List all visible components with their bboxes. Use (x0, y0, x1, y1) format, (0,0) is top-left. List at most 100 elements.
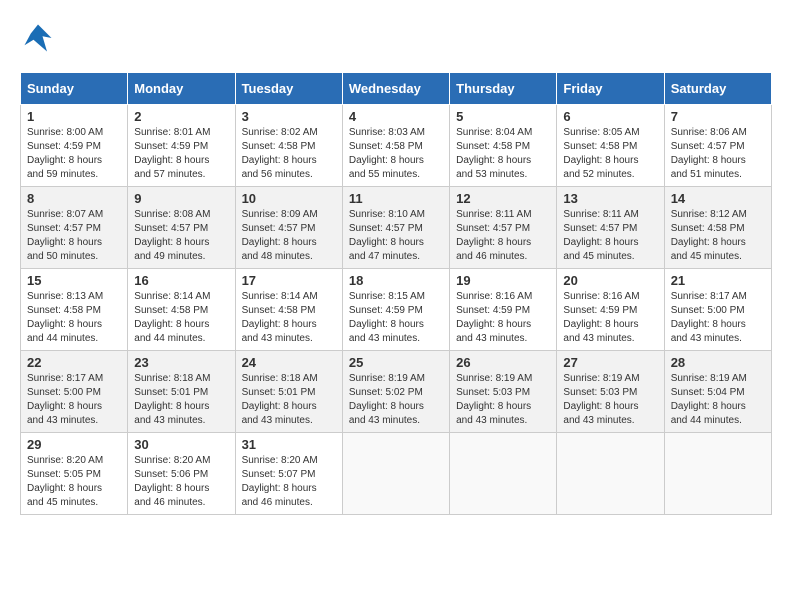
day-info: Sunrise: 8:01 AM Sunset: 4:59 PM Dayligh… (134, 126, 228, 182)
day-info: Sunrise: 8:17 AM Sunset: 5:00 PM Dayligh… (27, 372, 121, 428)
calendar-cell: 9Sunrise: 8:08 AM Sunset: 4:57 PM Daylig… (128, 187, 235, 269)
logo-icon (20, 20, 56, 56)
calendar-cell: 10 Sunrise: 8:09 AM Sunset: 4:57 PM Dayli… (235, 187, 342, 269)
calendar-cell: 3Sunrise: 8:02 AM Sunset: 4:58 PM Daylig… (235, 105, 342, 187)
day-info: Sunrise: 8:19 AM Sunset: 5:03 PM Dayligh… (563, 372, 657, 428)
calendar-cell: 28 Sunrise: 8:19 AM Sunset: 5:04 PM Dayli… (664, 351, 771, 433)
day-number: 31 (242, 437, 336, 452)
page-header (20, 20, 772, 56)
calendar-cell: 14 Sunrise: 8:12 AM Sunset: 4:58 PM Dayli… (664, 187, 771, 269)
week-row-3: 15 Sunrise: 8:13 AM Sunset: 4:58 PM Dayli… (21, 269, 772, 351)
day-number: 4 (349, 109, 443, 124)
day-number: 21 (671, 273, 765, 288)
calendar-cell: 16 Sunrise: 8:14 AM Sunset: 4:58 PM Dayli… (128, 269, 235, 351)
calendar-cell: 2 Sunrise: 8:01 AM Sunset: 4:59 PM Daylig… (128, 105, 235, 187)
calendar-cell (664, 433, 771, 515)
day-info: Sunrise: 8:04 AM Sunset: 4:58 PM Dayligh… (456, 126, 550, 182)
day-info: Sunrise: 8:14 AM Sunset: 4:58 PM Dayligh… (242, 290, 336, 346)
calendar-cell: 30Sunrise: 8:20 AM Sunset: 5:06 PM Dayli… (128, 433, 235, 515)
calendar-cell: 6Sunrise: 8:05 AM Sunset: 4:58 PM Daylig… (557, 105, 664, 187)
day-number: 17 (242, 273, 336, 288)
day-info: Sunrise: 8:13 AM Sunset: 4:58 PM Dayligh… (27, 290, 121, 346)
day-info: Sunrise: 8:18 AM Sunset: 5:01 PM Dayligh… (134, 372, 228, 428)
day-number: 29 (27, 437, 121, 452)
day-number: 5 (456, 109, 550, 124)
week-row-1: 1 Sunrise: 8:00 AM Sunset: 4:59 PM Daylig… (21, 105, 772, 187)
day-number: 15 (27, 273, 121, 288)
day-number: 22 (27, 355, 121, 370)
calendar-cell: 20 Sunrise: 8:16 AM Sunset: 4:59 PM Dayli… (557, 269, 664, 351)
day-number: 25 (349, 355, 443, 370)
day-number: 12 (456, 191, 550, 206)
calendar-cell: 27Sunrise: 8:19 AM Sunset: 5:03 PM Dayli… (557, 351, 664, 433)
day-number: 26 (456, 355, 550, 370)
column-header-thursday: Thursday (450, 73, 557, 105)
day-info: Sunrise: 8:18 AM Sunset: 5:01 PM Dayligh… (242, 372, 336, 428)
day-number: 18 (349, 273, 443, 288)
day-info: Sunrise: 8:19 AM Sunset: 5:03 PM Dayligh… (456, 372, 550, 428)
day-info: Sunrise: 8:07 AM Sunset: 4:57 PM Dayligh… (27, 208, 121, 264)
calendar-cell: 8 Sunrise: 8:07 AM Sunset: 4:57 PM Daylig… (21, 187, 128, 269)
day-info: Sunrise: 8:15 AM Sunset: 4:59 PM Dayligh… (349, 290, 443, 346)
calendar-cell: 17 Sunrise: 8:14 AM Sunset: 4:58 PM Dayli… (235, 269, 342, 351)
column-header-saturday: Saturday (664, 73, 771, 105)
day-info: Sunrise: 8:10 AM Sunset: 4:57 PM Dayligh… (349, 208, 443, 264)
day-info: Sunrise: 8:00 AM Sunset: 4:59 PM Dayligh… (27, 126, 121, 182)
day-number: 1 (27, 109, 121, 124)
column-header-monday: Monday (128, 73, 235, 105)
day-info: Sunrise: 8:16 AM Sunset: 4:59 PM Dayligh… (563, 290, 657, 346)
day-info: Sunrise: 8:17 AM Sunset: 5:00 PM Dayligh… (671, 290, 765, 346)
day-info: Sunrise: 8:14 AM Sunset: 4:58 PM Dayligh… (134, 290, 228, 346)
calendar-cell: 15 Sunrise: 8:13 AM Sunset: 4:58 PM Dayli… (21, 269, 128, 351)
column-header-sunday: Sunday (21, 73, 128, 105)
day-number: 14 (671, 191, 765, 206)
day-number: 8 (27, 191, 121, 206)
week-row-4: 22 Sunrise: 8:17 AM Sunset: 5:00 PM Dayli… (21, 351, 772, 433)
day-info: Sunrise: 8:06 AM Sunset: 4:57 PM Dayligh… (671, 126, 765, 182)
calendar-cell: 11 Sunrise: 8:10 AM Sunset: 4:57 PM Dayli… (342, 187, 449, 269)
calendar-cell: 26 Sunrise: 8:19 AM Sunset: 5:03 PM Dayli… (450, 351, 557, 433)
calendar-cell: 21 Sunrise: 8:17 AM Sunset: 5:00 PM Dayli… (664, 269, 771, 351)
calendar-cell: 13 Sunrise: 8:11 AM Sunset: 4:57 PM Dayli… (557, 187, 664, 269)
day-info: Sunrise: 8:19 AM Sunset: 5:04 PM Dayligh… (671, 372, 765, 428)
calendar-cell (342, 433, 449, 515)
column-header-wednesday: Wednesday (342, 73, 449, 105)
day-info: Sunrise: 8:11 AM Sunset: 4:57 PM Dayligh… (563, 208, 657, 264)
day-info: Sunrise: 8:20 AM Sunset: 5:06 PM Dayligh… (134, 454, 228, 510)
day-info: Sunrise: 8:20 AM Sunset: 5:07 PM Dayligh… (242, 454, 336, 510)
calendar-cell: 31 Sunrise: 8:20 AM Sunset: 5:07 PM Dayli… (235, 433, 342, 515)
calendar-cell: 4 Sunrise: 8:03 AM Sunset: 4:58 PM Daylig… (342, 105, 449, 187)
calendar-cell: 25 Sunrise: 8:19 AM Sunset: 5:02 PM Dayli… (342, 351, 449, 433)
day-number: 19 (456, 273, 550, 288)
day-number: 6 (563, 109, 657, 124)
column-header-tuesday: Tuesday (235, 73, 342, 105)
calendar-table: SundayMondayTuesdayWednesdayThursdayFrid… (20, 72, 772, 515)
calendar-cell: 24 Sunrise: 8:18 AM Sunset: 5:01 PM Dayli… (235, 351, 342, 433)
day-number: 28 (671, 355, 765, 370)
day-info: Sunrise: 8:16 AM Sunset: 4:59 PM Dayligh… (456, 290, 550, 346)
day-info: Sunrise: 8:20 AM Sunset: 5:05 PM Dayligh… (27, 454, 121, 510)
day-number: 23 (134, 355, 228, 370)
day-info: Sunrise: 8:19 AM Sunset: 5:02 PM Dayligh… (349, 372, 443, 428)
calendar-cell: 23 Sunrise: 8:18 AM Sunset: 5:01 PM Dayli… (128, 351, 235, 433)
day-info: Sunrise: 8:12 AM Sunset: 4:58 PM Dayligh… (671, 208, 765, 264)
day-number: 20 (563, 273, 657, 288)
day-number: 10 (242, 191, 336, 206)
day-info: Sunrise: 8:09 AM Sunset: 4:57 PM Dayligh… (242, 208, 336, 264)
day-number: 16 (134, 273, 228, 288)
calendar-cell (450, 433, 557, 515)
column-header-friday: Friday (557, 73, 664, 105)
day-number: 24 (242, 355, 336, 370)
week-row-5: 29 Sunrise: 8:20 AM Sunset: 5:05 PM Dayli… (21, 433, 772, 515)
day-number: 9 (134, 191, 228, 206)
calendar-cell (557, 433, 664, 515)
calendar-header-row: SundayMondayTuesdayWednesdayThursdayFrid… (21, 73, 772, 105)
calendar-cell: 18 Sunrise: 8:15 AM Sunset: 4:59 PM Dayli… (342, 269, 449, 351)
day-info: Sunrise: 8:03 AM Sunset: 4:58 PM Dayligh… (349, 126, 443, 182)
calendar-cell: 5 Sunrise: 8:04 AM Sunset: 4:58 PM Daylig… (450, 105, 557, 187)
calendar-cell: 19 Sunrise: 8:16 AM Sunset: 4:59 PM Dayli… (450, 269, 557, 351)
day-info: Sunrise: 8:02 AM Sunset: 4:58 PM Dayligh… (242, 126, 336, 182)
day-number: 13 (563, 191, 657, 206)
day-number: 2 (134, 109, 228, 124)
day-number: 11 (349, 191, 443, 206)
